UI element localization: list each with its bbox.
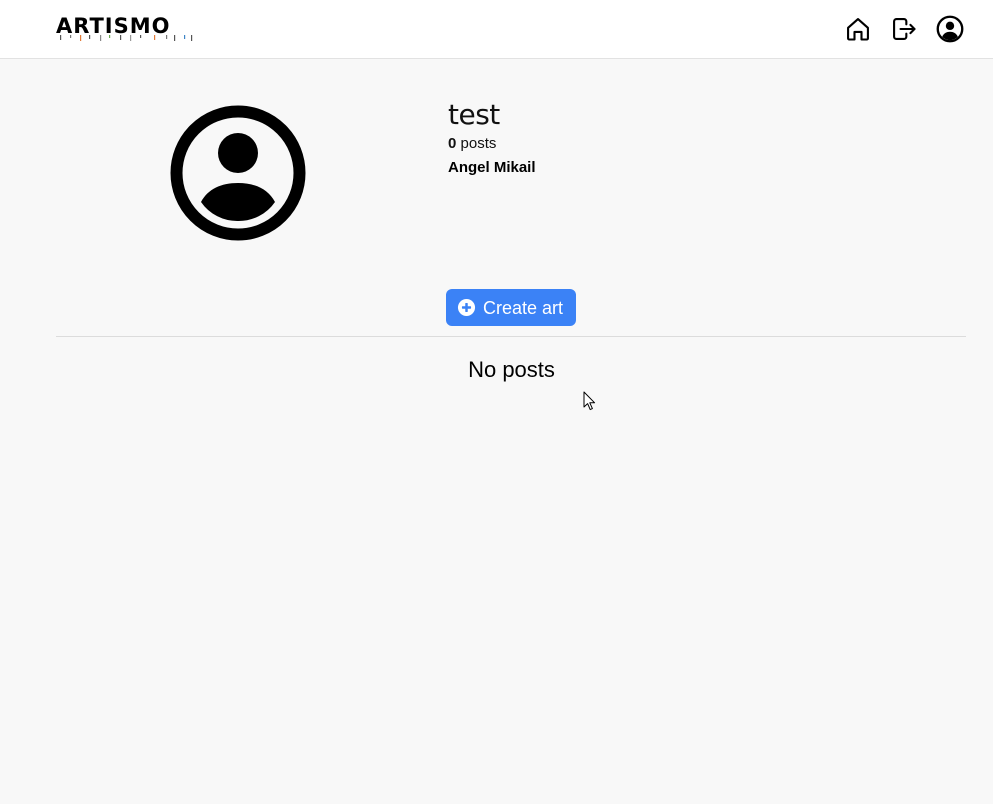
home-icon[interactable] bbox=[844, 15, 872, 43]
profile-info: test 0 posts Angel Mikail bbox=[448, 98, 536, 178]
create-art-button[interactable]: Create art bbox=[446, 289, 576, 326]
post-count-value: 0 bbox=[448, 135, 457, 152]
no-posts-message: No posts bbox=[468, 357, 555, 382]
artismo-logo[interactable]: ARTISMO bbox=[56, 14, 196, 42]
plus-circle-icon bbox=[457, 298, 476, 317]
top-navbar: ARTISMO bbox=[0, 0, 993, 59]
post-count-label: posts bbox=[460, 135, 497, 152]
create-art-label: Create art bbox=[483, 297, 564, 318]
section-divider bbox=[56, 336, 966, 337]
post-count: 0 posts bbox=[448, 134, 536, 154]
profile-full-name: Angel Mikail bbox=[448, 159, 536, 176]
logo-drips-decoration bbox=[60, 35, 193, 41]
logout-icon[interactable] bbox=[890, 15, 918, 43]
profile-username: test bbox=[448, 98, 500, 131]
user-circle-icon[interactable] bbox=[936, 15, 964, 43]
mouse-cursor-icon bbox=[583, 391, 596, 411]
user-circle-icon bbox=[170, 105, 306, 241]
